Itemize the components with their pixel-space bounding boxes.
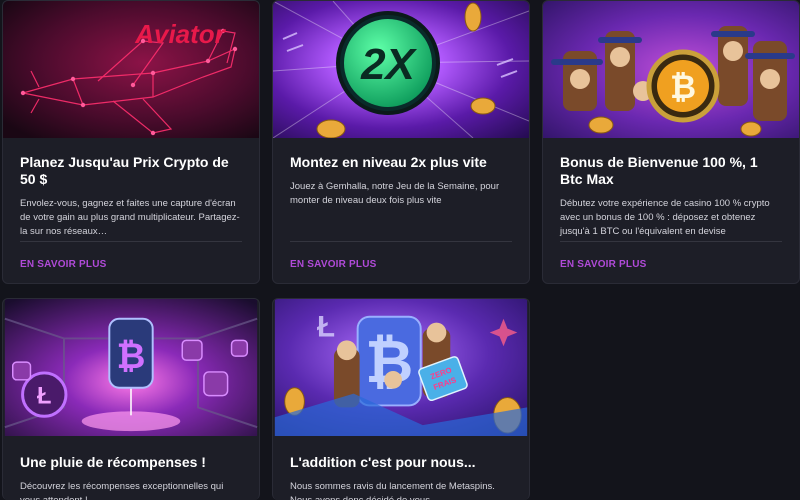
card-title: Une pluie de récompenses ! [20,454,206,470]
divider [560,241,782,242]
card-description: Envolez-vous, gagnez et faites une captu… [20,198,240,237]
card-title: Bonus de Bienvenue 100 %, 1 Btc Max [560,154,758,187]
promo-card-rewards-rain[interactable]: ₿ Ł Une pluie de récompenses ! Découvrez… [2,298,260,500]
aviator-logo: Aviator [134,19,226,49]
card-title: L'addition c'est pour nous... [290,454,476,470]
promo-card-aviator[interactable]: Aviator Planez Jusqu'au Prix Crypto de 5… [2,0,260,284]
promo-image-aviator[interactable]: Aviator [3,1,259,138]
promo-image-rewards-rain[interactable]: ₿ Ł [3,299,259,438]
card-title: Montez en niveau 2x plus vite [290,154,487,170]
learn-more-link[interactable]: EN SAVOIR PLUS [290,259,377,270]
promo-image-2x[interactable]: 2X [273,1,529,138]
learn-more-link[interactable]: EN SAVOIR PLUS [560,259,647,270]
promo-card-zero-fees[interactable]: Ł ₿ ZERO FRAIS L'addition c'est pour nou… [272,298,530,500]
card-description: Découvrez les récompenses exceptionnelle… [20,481,224,500]
airplane-icon: Aviator [3,1,259,138]
multiplier-icon: 2X [273,1,529,138]
svg-text:₿: ₿ [670,69,696,105]
bitcoin-icon: Ł ₿ ZERO FRAIS [274,299,528,436]
svg-text:Ł: Ł [37,383,51,409]
svg-text:₿: ₿ [117,336,146,376]
card-description: Nous sommes ravis du lancement de Metasp… [290,481,495,500]
svg-text:Ł: Ł [317,310,335,343]
promo-card-2x[interactable]: 2X Montez en niveau 2x plus vite Jouez à… [272,0,530,284]
promo-image-zero-fees[interactable]: Ł ₿ ZERO FRAIS [273,299,529,438]
2x-logo: 2X [360,40,417,89]
divider [20,241,242,242]
card-description: Débutez votre expérience de casino 100 %… [560,198,770,237]
bitcoin-icon: ₿ [543,1,799,138]
promo-card-welcome-bonus[interactable]: ₿ Bonus de Bienvenue 100 %, 1 Btc Max Dé… [542,0,800,284]
promo-image-welcome-bonus[interactable]: ₿ [543,1,799,138]
card-title: Planez Jusqu'au Prix Crypto de 50 $ [20,154,229,187]
card-description: Jouez à Gemhalla, notre Jeu de la Semain… [290,181,500,206]
bitcoin-icon: ₿ Ł [4,299,258,436]
learn-more-link[interactable]: EN SAVOIR PLUS [20,259,107,270]
divider [290,241,512,242]
